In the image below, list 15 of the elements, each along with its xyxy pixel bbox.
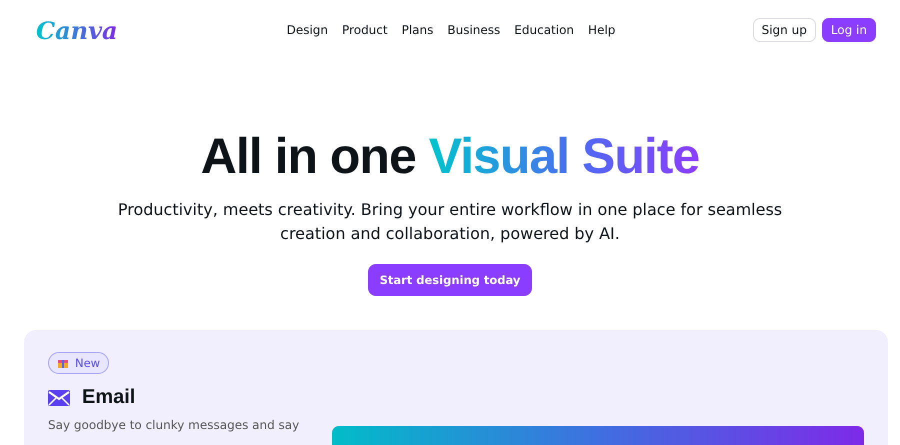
nav-link[interactable]: Product (342, 23, 388, 37)
feature-description: Say goodbye to clunky messages and say (48, 418, 300, 432)
nav-link[interactable]: Education (514, 23, 574, 37)
hero-subtitle: Productivity, meets creativity. Bring your entire workflow in one place for seamless creation and collaboration, powered by AI. (116, 199, 784, 245)
nav-link[interactable]: Design (286, 23, 328, 37)
start-designing-button[interactable]: Start designing today (368, 264, 532, 296)
badge-label: New (75, 356, 100, 370)
sign-up-button[interactable]: Sign up (752, 18, 816, 42)
nav-link[interactable]: Help (588, 23, 616, 37)
nav-link[interactable]: Business (447, 23, 500, 37)
feature-title: Email (82, 386, 136, 409)
envelope-icon (48, 390, 70, 406)
gift-icon (57, 357, 69, 369)
log-in-button[interactable]: Log in (822, 18, 876, 42)
nav-link[interactable]: Plans (402, 23, 434, 37)
